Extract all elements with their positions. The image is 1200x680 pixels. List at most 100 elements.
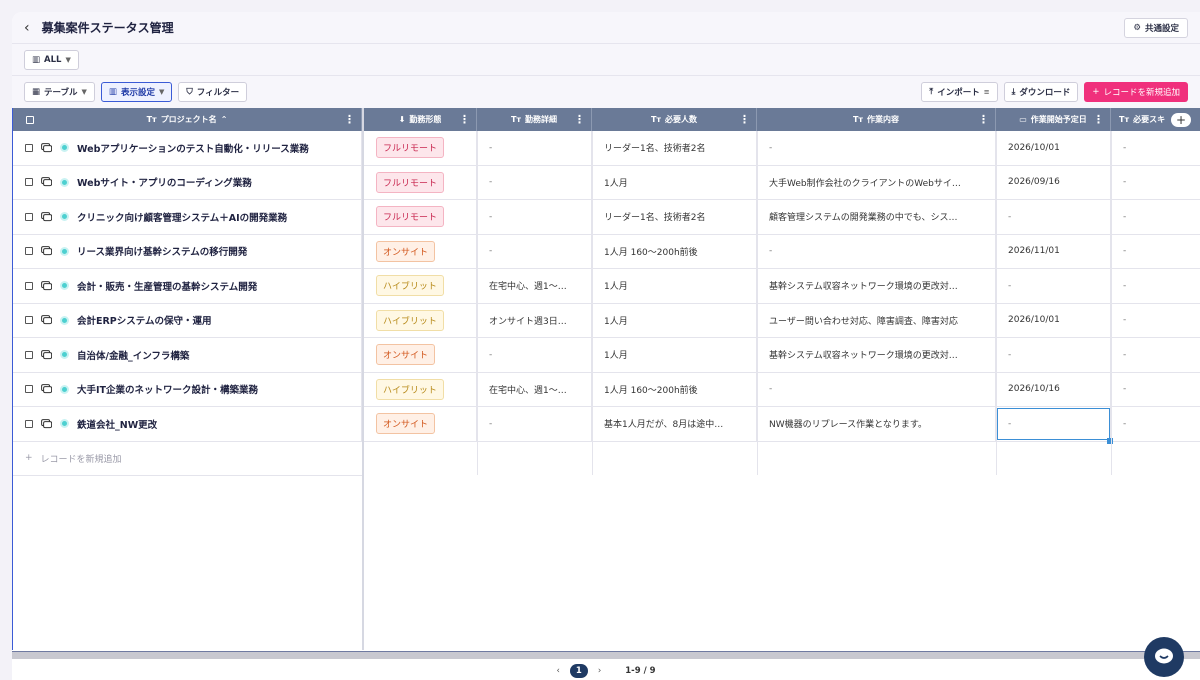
import-button[interactable]: ⤒ インポート ≡ — [921, 82, 998, 102]
common-settings-button[interactable]: ⚙ 共通設定 — [1124, 17, 1188, 38]
comment-icon[interactable] — [41, 142, 52, 153]
cell-project-name[interactable]: 鉄道会社_NW更改 — [13, 407, 362, 441]
cell-project-name[interactable]: 自治体/金融_インフラ構築 — [13, 338, 362, 372]
comment-icon[interactable] — [41, 211, 52, 222]
cell-work-style[interactable]: オンサイト — [364, 338, 477, 372]
cell-content[interactable]: 基幹システム収容ネットワーク環境の更改対… — [757, 338, 996, 372]
column-header-start-date[interactable]: ▭ 作業開始予定日 ⋮ — [996, 108, 1111, 131]
cell-work-style[interactable]: ハイブリット — [364, 303, 477, 337]
chat-support-button[interactable] — [1144, 637, 1184, 677]
column-menu-icon[interactable]: ⋮ — [978, 113, 989, 126]
cell-work-detail[interactable]: - — [477, 131, 592, 165]
next-page-icon[interactable]: › — [598, 666, 601, 676]
cell-work-style[interactable]: フルリモート — [364, 200, 477, 234]
cell-skills[interactable]: - — [1111, 407, 1200, 441]
page-number[interactable]: 1 — [569, 664, 588, 678]
cell-headcount[interactable]: 1人月 160～200h前後 — [592, 234, 757, 268]
cell-project-name[interactable]: 会計・販売・生産管理の基幹システム開発 — [13, 269, 362, 303]
cell-start-date[interactable]: - — [996, 338, 1111, 372]
cell-content[interactable]: ユーザー問い合わせ対応、障害調査、障害対応 — [757, 303, 996, 337]
cell-work-detail[interactable]: オンサイト週3日… — [477, 303, 592, 337]
cell-work-detail[interactable]: 在宅中心、週1～… — [477, 372, 592, 406]
comment-icon[interactable] — [41, 315, 52, 325]
cell-project-name[interactable]: クリニック向け顧客管理システム＋AIの開発業務 — [13, 200, 362, 234]
cell-content[interactable]: NW機器のリプレース作業となります。 — [757, 407, 996, 441]
cell-project-name[interactable]: Webサイト・アプリのコーディング業務 — [13, 165, 362, 199]
cell-headcount[interactable]: 基本1人月だが、8月は途中… — [592, 407, 757, 441]
table-row[interactable]: 自治体/金融_インフラ構築 オンサイト - 1人月 基幹システム収容ネットワーク… — [13, 338, 1200, 373]
row-checkbox[interactable] — [25, 247, 33, 256]
row-checkbox[interactable] — [25, 212, 33, 221]
cell-content[interactable]: 基幹システム収容ネットワーク環境の更改対… — [757, 269, 996, 303]
column-menu-icon[interactable]: ⋮ — [574, 113, 585, 126]
cell-work-detail[interactable]: - — [477, 407, 592, 441]
table-row[interactable]: リース業界向け基幹システムの移行開発 オンサイト - 1人月 160～200h前… — [13, 234, 1200, 269]
cell-work-detail[interactable]: 在宅中心、週1～… — [477, 269, 592, 303]
cell-content[interactable]: - — [757, 372, 996, 406]
cell-skills[interactable]: - — [1111, 166, 1200, 200]
cell-work-style[interactable]: オンサイト — [364, 234, 477, 268]
cell-skills[interactable]: - — [1111, 373, 1200, 407]
cell-work-detail[interactable]: - — [477, 200, 592, 234]
cell-skills[interactable]: - — [1111, 235, 1200, 269]
cell-skills[interactable]: - — [1111, 269, 1200, 303]
column-header-headcount[interactable]: Tт 必要人数 ⋮ — [592, 108, 757, 131]
table-row[interactable]: 鉄道会社_NW更改 オンサイト - 基本1人月だが、8月は途中… NW機器のリプ… — [13, 407, 1200, 444]
cell-start-date[interactable]: - — [996, 407, 1113, 444]
select-all-checkbox[interactable] — [26, 115, 34, 124]
cell-headcount[interactable]: リーダー1名、技術者2名 — [592, 200, 757, 234]
cell-project-name[interactable]: 会計ERPシステムの保守・運用 — [13, 303, 362, 337]
prev-page-icon[interactable]: ‹ — [556, 666, 559, 676]
table-row[interactable]: 会計・販売・生産管理の基幹システム開発 ハイブリット 在宅中心、週1～… 1人月… — [13, 269, 1200, 304]
table-row[interactable]: 大手IT企業のネットワーク設計・構築業務 ハイブリット 在宅中心、週1～… 1人… — [13, 372, 1200, 407]
cell-start-date[interactable]: - — [996, 200, 1111, 234]
cell-work-detail[interactable]: - — [477, 165, 592, 199]
add-column-button[interactable]: + — [1171, 113, 1191, 127]
download-button[interactable]: ⤓ ダウンロード — [1003, 82, 1079, 102]
column-menu-icon[interactable]: ⋮ — [344, 113, 355, 126]
comment-icon[interactable] — [41, 349, 52, 360]
cell-content[interactable]: 顧客管理システムの開発業務の中でも、シス… — [757, 200, 996, 234]
row-checkbox[interactable] — [25, 419, 33, 428]
back-icon[interactable]: ‹ — [24, 20, 30, 36]
column-menu-icon[interactable]: ⋮ — [459, 113, 470, 126]
column-header-content[interactable]: Tт 作業内容 ⋮ — [757, 108, 996, 131]
column-menu-icon[interactable]: ⋮ — [1093, 113, 1104, 126]
table-row[interactable]: 会計ERPシステムの保守・運用 ハイブリット オンサイト週3日… 1人月 ユーザ… — [13, 303, 1200, 338]
view-selector[interactable]: ▥ ALL ▼ — [24, 49, 79, 70]
column-header-name[interactable]: Tт プロジェクト名 ⌃ ⋮ — [13, 108, 362, 131]
row-checkbox[interactable] — [25, 281, 33, 290]
cell-content[interactable]: 大手Web制作会社のクライアントのWebサイ… — [757, 165, 996, 199]
cell-start-date[interactable]: 2026/09/16 — [996, 165, 1111, 199]
cell-skills[interactable]: - — [1111, 131, 1200, 165]
row-checkbox[interactable] — [25, 143, 33, 152]
cell-start-date[interactable]: 2026/10/16 — [996, 372, 1111, 406]
cell-work-detail[interactable]: - — [477, 234, 592, 268]
add-record-button[interactable]: + レコードを新規追加 — [1084, 82, 1188, 102]
comment-icon[interactable] — [41, 280, 52, 291]
row-checkbox[interactable] — [25, 385, 33, 394]
cell-work-style[interactable]: フルリモート — [364, 131, 477, 165]
column-header-work-detail[interactable]: Tт 勤務詳細 ⋮ — [477, 108, 592, 131]
cell-headcount[interactable]: 1人月 — [592, 165, 757, 199]
cell-start-date[interactable]: 2026/11/01 — [996, 234, 1111, 268]
cell-project-name[interactable]: リース業界向け基幹システムの移行開発 — [13, 234, 362, 268]
cell-skills[interactable]: - — [1111, 304, 1200, 338]
cell-skills[interactable]: - — [1111, 200, 1200, 234]
cell-headcount[interactable]: 1人月 — [592, 303, 757, 337]
table-row[interactable]: Webアプリケーションのテスト自動化・リリース業務 フルリモート - リーダー1… — [13, 131, 1200, 166]
column-menu-icon[interactable]: ⋮ — [739, 113, 750, 126]
column-header-work-style[interactable]: ⬇ 勤務形態 ⋮ — [364, 108, 477, 131]
table-row[interactable]: Webサイト・アプリのコーディング業務 フルリモート - 1人月 大手Web制作… — [13, 165, 1200, 200]
cell-headcount[interactable]: 1人月 — [592, 338, 757, 372]
cell-work-style[interactable]: ハイブリット — [364, 269, 477, 303]
comment-icon[interactable] — [41, 246, 52, 256]
cell-headcount[interactable]: リーダー1名、技術者2名 — [592, 131, 757, 165]
table-view-button[interactable]: ▦ テーブル ▼ — [24, 82, 95, 102]
cell-work-style[interactable]: フルリモート — [364, 165, 477, 199]
row-checkbox[interactable] — [25, 350, 33, 359]
cell-project-name[interactable]: 大手IT企業のネットワーク設計・構築業務 — [13, 372, 362, 406]
cell-start-date[interactable]: 2026/10/01 — [996, 131, 1111, 165]
comment-icon[interactable] — [41, 418, 52, 429]
cell-work-style[interactable]: オンサイト — [364, 407, 477, 441]
